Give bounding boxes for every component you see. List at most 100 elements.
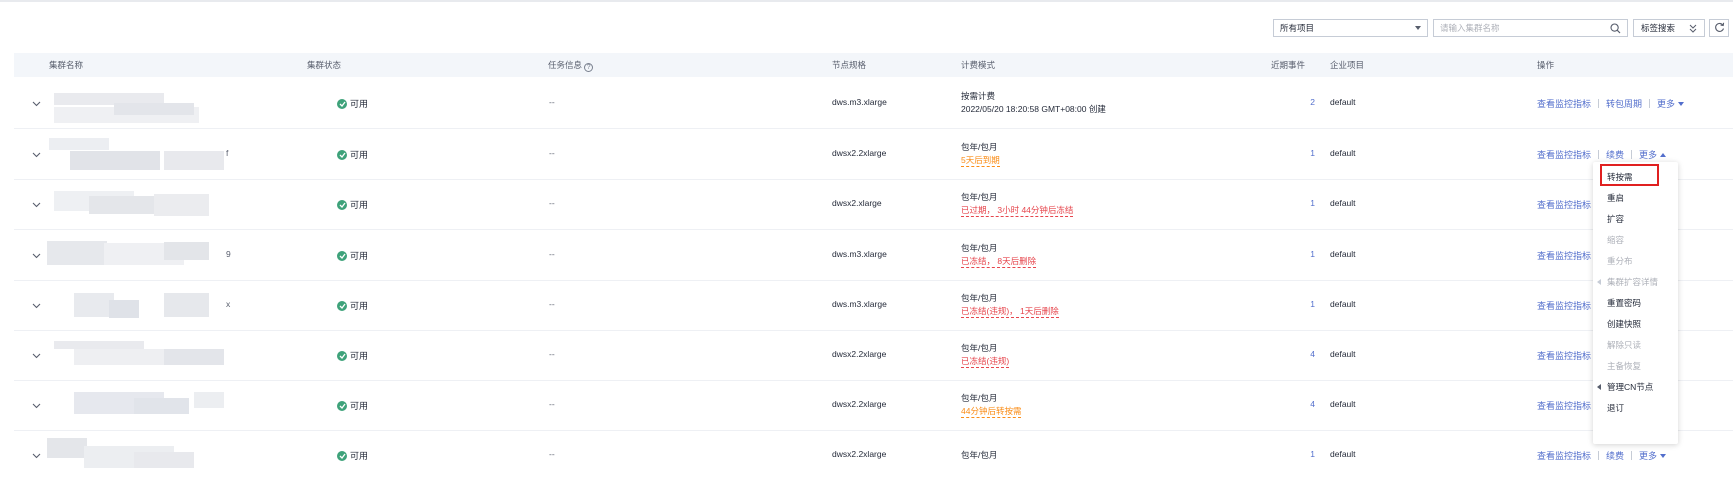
menu-item-label: 重启 (1607, 193, 1625, 203)
cluster-name-redacted[interactable]: 9 (14, 230, 244, 281)
menu-item[interactable]: 创建快照 (1607, 314, 1641, 334)
task-info: -- (549, 198, 555, 208)
status-text: 可用 (350, 351, 369, 361)
billing-type: 包年/包月 (961, 243, 998, 253)
menu-item[interactable]: 重置密码 (1607, 293, 1641, 313)
billing-mode: 包年/包月 44分钟后转按需 (961, 392, 1022, 418)
menu-item[interactable]: 扩容 (1607, 209, 1624, 229)
enterprise-project: default (1330, 198, 1356, 208)
menu-item-label: 创建快照 (1607, 319, 1642, 329)
more-dropdown-trigger[interactable]: 更多 (1639, 148, 1667, 161)
convert-to-yearly-link[interactable]: 转包周期 (1606, 97, 1642, 110)
check-circle-icon (337, 250, 347, 261)
cluster-name-redacted[interactable] (14, 78, 244, 129)
search-icon[interactable] (1610, 23, 1621, 36)
more-label: 更多 (1657, 99, 1676, 109)
recent-events-count[interactable]: 1 (1295, 449, 1315, 459)
view-metrics-link[interactable]: 查看监控指标 (1537, 449, 1591, 462)
billing-type: 包年/包月 (961, 450, 998, 460)
top-divider (0, 0, 1733, 2)
table-row: 可用 -- dwsx2.2xlarge 包年/包月 1 default 查看监控指标 续费 更多 (14, 430, 1733, 480)
menu-item: 重分布 (1607, 251, 1633, 271)
cluster-name-redacted[interactable] (14, 330, 244, 381)
cluster-name-suffix: x (226, 299, 231, 309)
billing-mode: 按需计费 2022/05/20 18:20:58 GMT+08:00 创建 (961, 90, 1106, 116)
view-metrics-link[interactable]: 查看监控指标 (1537, 249, 1591, 262)
billing-detail[interactable]: 已冻结(违规)， 1天后删除 (961, 306, 1059, 318)
billing-detail[interactable]: 已冻结， 8天后删除 (961, 256, 1037, 268)
cluster-name-suffix: f (226, 148, 229, 158)
caret-down-icon (1415, 26, 1421, 30)
recent-events-count[interactable]: 1 (1295, 148, 1315, 158)
enterprise-project: default (1330, 148, 1356, 158)
refresh-icon (1714, 22, 1725, 35)
header-cluster-name[interactable]: 集群名称 (49, 53, 83, 77)
menu-item: 主备恢复 (1607, 356, 1641, 376)
row-operations: 查看监控指标 (1537, 349, 1591, 362)
menu-item: 集群扩容详情 (1597, 272, 1659, 292)
cluster-search-box[interactable] (1433, 19, 1628, 37)
billing-detail[interactable]: 44分钟后转按需 (961, 406, 1022, 418)
cluster-name-redacted[interactable] (14, 179, 244, 230)
recent-events-count[interactable]: 4 (1295, 349, 1315, 359)
status-text: 可用 (350, 251, 369, 261)
view-metrics-link[interactable]: 查看监控指标 (1537, 299, 1591, 312)
cluster-name-redacted[interactable] (14, 430, 244, 480)
cluster-name-redacted[interactable]: f (14, 129, 244, 180)
task-info: -- (549, 148, 555, 158)
tag-search-button[interactable]: 标签搜索 (1633, 19, 1705, 37)
cluster-search-input[interactable] (1440, 23, 1610, 33)
view-metrics-link[interactable]: 查看监控指标 (1537, 399, 1591, 412)
billing-detail[interactable]: 已过期， 3小时 44分钟后冻结 (961, 205, 1074, 217)
view-metrics-link[interactable]: 查看监控指标 (1537, 148, 1591, 161)
highlight-box (1600, 164, 1659, 186)
help-icon[interactable]: ? (584, 63, 594, 72)
view-metrics-link[interactable]: 查看监控指标 (1537, 97, 1591, 110)
menu-item[interactable]: 退订 (1607, 398, 1624, 418)
menu-item-label: 集群扩容详情 (1607, 277, 1659, 287)
caret-up-icon (1660, 153, 1667, 157)
task-info: -- (549, 449, 555, 459)
view-metrics-link[interactable]: 查看监控指标 (1537, 198, 1591, 211)
project-select[interactable]: 所有项目 (1273, 19, 1428, 37)
enterprise-project: default (1330, 249, 1356, 259)
cluster-status: 可用 (337, 449, 368, 462)
menu-item-label: 重分布 (1607, 256, 1633, 266)
check-circle-icon (337, 98, 347, 109)
recent-events-count[interactable]: 1 (1295, 249, 1315, 259)
billing-detail[interactable]: 5天后到期 (961, 155, 1000, 167)
renew-link[interactable]: 续费 (1606, 148, 1624, 161)
billing-detail: 2022/05/20 18:20:58 GMT+08:00 创建 (961, 104, 1106, 114)
cluster-status: 可用 (337, 97, 368, 110)
row-operations: 查看监控指标 (1537, 299, 1591, 312)
status-text: 可用 (350, 401, 369, 411)
recent-events-count[interactable]: 1 (1295, 198, 1315, 208)
task-info: -- (549, 299, 555, 309)
node-spec: dws.m3.xlarge (832, 249, 887, 259)
renew-link[interactable]: 续费 (1606, 449, 1624, 462)
billing-mode: 包年/包月 已过期， 3小时 44分钟后冻结 (961, 191, 1074, 217)
recent-events-count[interactable]: 2 (1295, 97, 1315, 107)
check-circle-icon (337, 199, 347, 210)
billing-type: 包年/包月 (961, 293, 998, 303)
header-cluster-status[interactable]: 集群状态 (307, 53, 341, 77)
refresh-button[interactable] (1709, 19, 1729, 37)
header-operations: 操作 (1537, 60, 1555, 70)
more-dropdown-trigger[interactable]: 更多 (1657, 97, 1685, 110)
header-enterprise-project: 企业项目 (1330, 60, 1365, 70)
node-spec: dwsx2.2xlarge (832, 449, 887, 459)
recent-events-count[interactable]: 1 (1295, 299, 1315, 309)
menu-item[interactable]: 管理CN节点 (1597, 377, 1653, 397)
view-metrics-link[interactable]: 查看监控指标 (1537, 349, 1591, 362)
recent-events-count[interactable]: 4 (1295, 399, 1315, 409)
cluster-name-redacted[interactable] (14, 380, 244, 431)
header-billing-mode[interactable]: 计费模式 (961, 53, 995, 77)
cluster-status: 可用 (337, 299, 368, 312)
header-node-spec: 节点规格 (832, 60, 867, 70)
billing-detail[interactable]: 已冻结(违规) (961, 356, 1010, 368)
cluster-name-redacted[interactable]: x (14, 280, 244, 331)
node-spec: dws.m3.xlarge (832, 97, 887, 107)
menu-item[interactable]: 重启 (1607, 188, 1624, 208)
more-dropdown-trigger[interactable]: 更多 (1639, 449, 1667, 462)
row-operations: 查看监控指标 续费 更多 (1537, 148, 1667, 161)
